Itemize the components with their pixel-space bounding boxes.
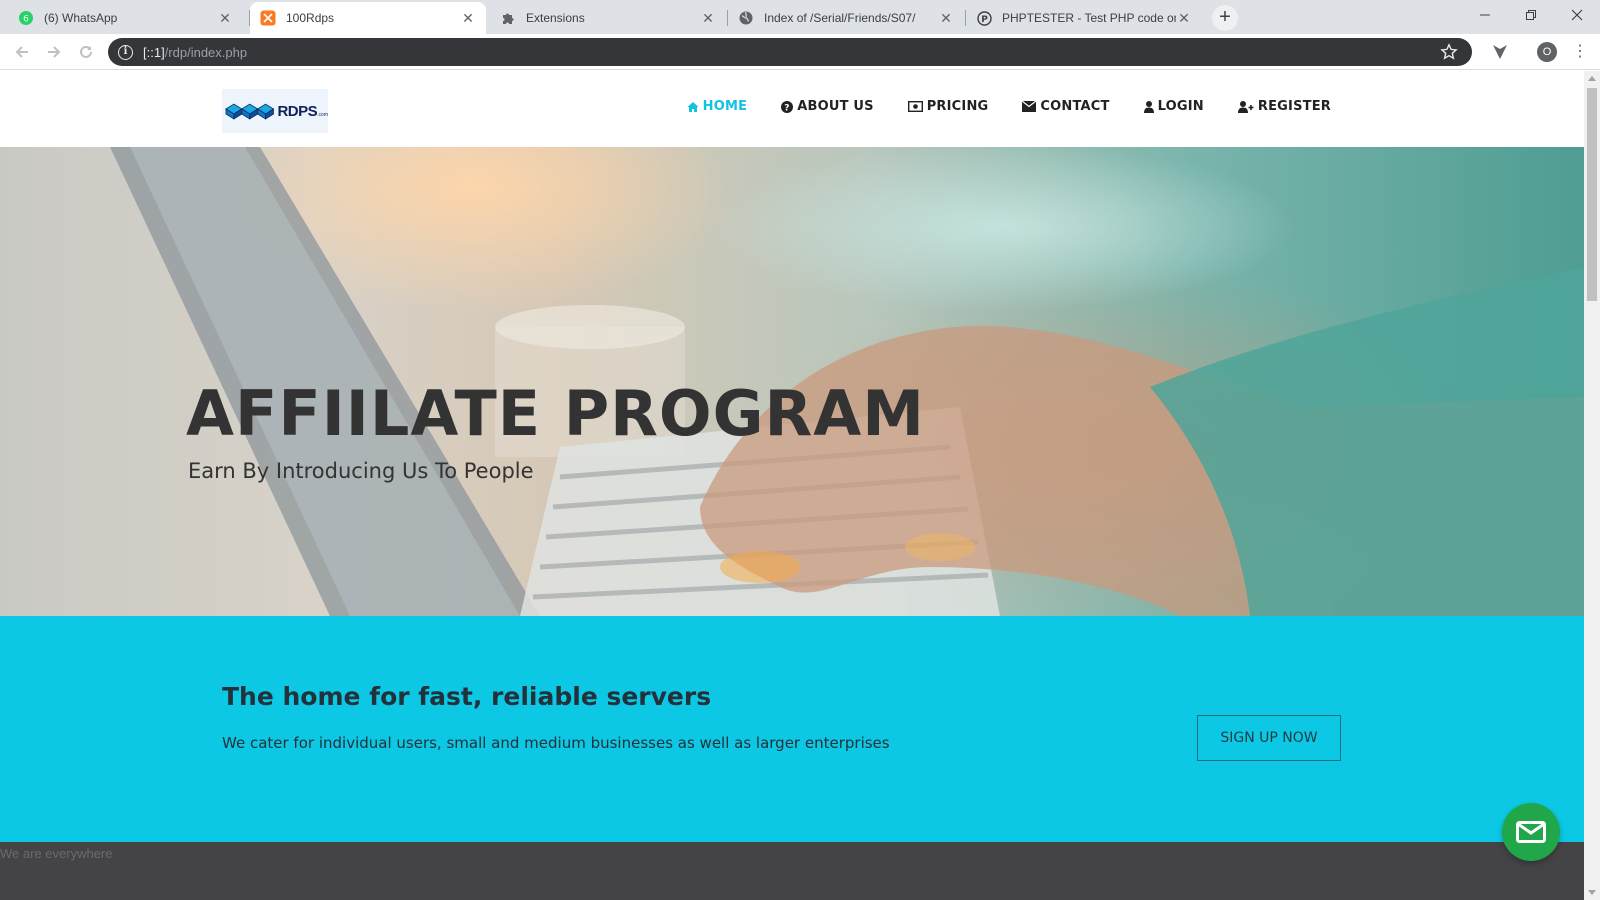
profile-avatar[interactable]: O [1537, 42, 1557, 62]
logo-text: RDPS [277, 102, 318, 120]
tab-title: (6) WhatsApp [44, 11, 118, 25]
svg-text:?: ? [784, 103, 789, 113]
site-logo[interactable]: RDPS .com [222, 89, 328, 133]
tab-title: 100Rdps [286, 11, 335, 25]
browser-toolbar: i [::1]/rdp/index.php O ⋮ [0, 34, 1600, 70]
scroll-up-arrow-icon[interactable] [1588, 76, 1596, 81]
page-viewport: RDPS .com HOME ? ABOUT US PRICING CONTAC… [0, 71, 1584, 900]
nav-contact[interactable]: CONTACT [1022, 99, 1109, 114]
money-icon [907, 101, 923, 112]
tab-extensions[interactable]: Extensions ✕ [490, 2, 726, 34]
contact-float-button[interactable] [1502, 803, 1560, 861]
main-nav: HOME ? ABOUT US PRICING CONTACT LOGIN RE… [653, 99, 1331, 114]
close-icon[interactable]: ✕ [1176, 10, 1192, 26]
nav-login[interactable]: LOGIN [1143, 99, 1204, 114]
site-header: RDPS .com HOME ? ABOUT US PRICING CONTAC… [0, 71, 1584, 147]
footer-band: We are everywhere [0, 842, 1584, 900]
close-icon[interactable]: ✕ [460, 10, 476, 26]
sign-up-button[interactable]: SIGN UP NOW [1197, 715, 1341, 761]
nav-label: HOME [702, 99, 748, 114]
back-button[interactable] [10, 40, 34, 64]
nav-label: REGISTER [1257, 99, 1331, 114]
nav-home[interactable]: HOME [687, 99, 748, 114]
mail-icon [1516, 821, 1546, 843]
whatsapp-icon: 6 [18, 10, 34, 26]
puzzle-icon [500, 10, 516, 26]
envelope-icon [1022, 101, 1037, 112]
close-icon[interactable]: ✕ [938, 10, 954, 26]
new-tab-button[interactable]: + [1212, 5, 1238, 31]
minimize-icon [1480, 14, 1490, 16]
reload-button[interactable] [74, 40, 98, 64]
nav-label: PRICING [926, 99, 989, 114]
browser-tabstrip: 6 (6) WhatsApp ✕ 100Rdps ✕ Extensions ✕ … [0, 0, 1600, 34]
nav-about-us[interactable]: ? ABOUT US [781, 99, 874, 114]
xampp-icon [260, 10, 276, 26]
nav-label: CONTACT [1040, 99, 1110, 114]
scroll-down-arrow-icon[interactable] [1588, 890, 1596, 895]
cta-band: The home for fast, reliable servers We c… [0, 616, 1584, 842]
tab-index-of[interactable]: Index of /Serial/Friends/S07/ ✕ [728, 2, 964, 34]
svg-text:P: P [981, 15, 988, 25]
nav-label: ABOUT US [797, 99, 874, 114]
nav-pricing[interactable]: PRICING [907, 99, 989, 114]
svg-text:6: 6 [23, 15, 29, 25]
close-icon[interactable]: ✕ [700, 10, 716, 26]
question-circle-icon: ? [781, 100, 794, 113]
home-icon [687, 101, 699, 112]
minimize-button[interactable] [1462, 0, 1508, 30]
tab-100rdps[interactable]: 100Rdps ✕ [250, 2, 486, 34]
forward-button[interactable] [42, 40, 66, 64]
tab-title: PHPTESTER - Test PHP code onlin [1002, 11, 1176, 25]
hero-subtitle: Earn By Introducing Us To People [188, 459, 534, 483]
arrow-right-icon [48, 46, 61, 58]
hero-banner: AFFIILATE PROGRAM Earn By Introducing Us… [0, 147, 1584, 616]
close-icon [1571, 9, 1583, 21]
cta-text: We cater for individual users, small and… [222, 734, 890, 752]
info-icon[interactable]: i [118, 44, 133, 60]
tab-whatsapp[interactable]: 6 (6) WhatsApp ✕ [8, 2, 243, 34]
logo-cubes-icon [225, 103, 275, 120]
bookmark-star-icon[interactable] [1440, 43, 1458, 61]
arrow-left-icon [15, 46, 28, 58]
url-text: [::1]/rdp/index.php [143, 44, 248, 60]
tab-title: Extensions [526, 11, 585, 25]
address-bar[interactable]: i [::1]/rdp/index.php [108, 38, 1472, 66]
footer-text: We are everywhere [0, 846, 113, 861]
close-window-button[interactable] [1554, 0, 1600, 30]
phptester-icon: P [976, 10, 992, 26]
tab-phptester[interactable]: P PHPTESTER - Test PHP code onlin ✕ [966, 2, 1202, 34]
restore-button[interactable] [1508, 0, 1554, 30]
hero-title: AFFIILATE PROGRAM [186, 377, 925, 450]
globe-icon [738, 10, 754, 26]
scroll-thumb[interactable] [1587, 88, 1597, 301]
cta-title: The home for fast, reliable servers [222, 682, 712, 711]
tab-title: Index of /Serial/Friends/S07/ [764, 11, 916, 25]
restore-icon [1526, 10, 1536, 20]
reload-icon [80, 45, 92, 58]
menu-kebab-icon[interactable]: ⋮ [1572, 42, 1588, 62]
user-plus-icon [1237, 100, 1254, 113]
close-icon[interactable]: ✕ [217, 10, 233, 26]
nav-label: LOGIN [1157, 99, 1204, 114]
logo-suffix: .com [317, 112, 328, 118]
user-icon [1143, 100, 1154, 113]
extension-icon[interactable] [1491, 43, 1509, 61]
nav-register[interactable]: REGISTER [1237, 99, 1331, 114]
page-scrollbar[interactable] [1584, 71, 1600, 900]
